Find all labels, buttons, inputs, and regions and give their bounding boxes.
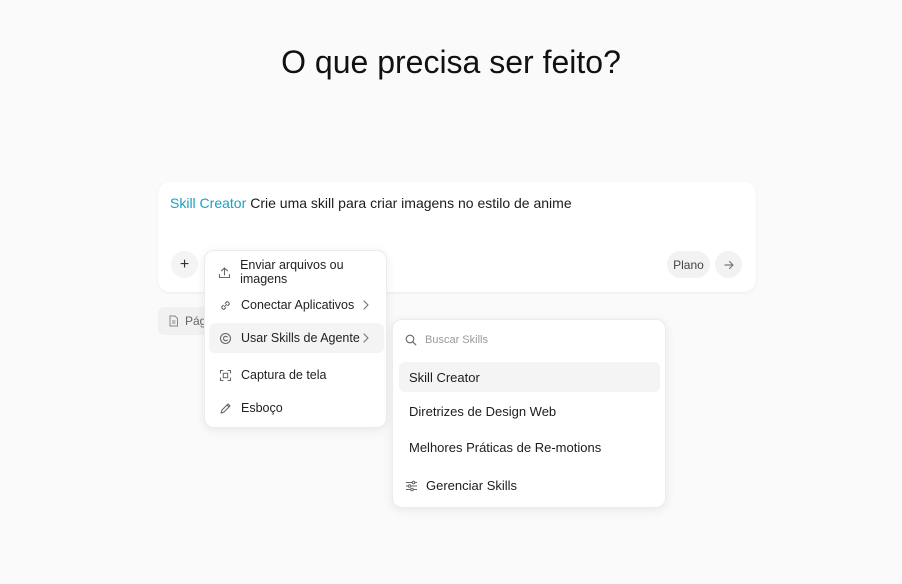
attach-menu: Enviar arquivos ou imagens Conectar Apli… [204,250,387,428]
prompt-input[interactable]: Skill Creator Crie uma skill para criar i… [170,195,572,211]
menu-item-sketch[interactable]: Esboço [209,393,384,423]
chevron-right-icon [363,333,369,343]
skill-item-remotion-best-practices[interactable]: Melhores Práticas de Re-motions [399,432,660,462]
menu-item-label: Usar Skills de Agente [241,331,360,345]
skills-submenu: Buscar Skills Skill Creator Diretrizes d… [392,319,666,508]
skills-search[interactable]: Buscar Skills [405,334,488,346]
plan-button[interactable]: Plano [667,251,710,278]
link-icon [218,298,232,312]
page: O que precisa ser feito? Skill Creator Cr… [0,0,902,584]
menu-item-label: Conectar Aplicativos [241,298,355,312]
skill-item-web-design-guidelines[interactable]: Diretrizes de Design Web [399,396,660,426]
search-icon [405,334,417,346]
sliders-icon [406,480,417,491]
add-button[interactable]: + [171,251,198,278]
menu-item-agent-skills[interactable]: Usar Skills de Agente [209,323,384,353]
upload-icon [218,265,231,279]
skill-chip[interactable]: Skill Creator [170,195,246,211]
prompt-text[interactable]: Crie uma skill para criar imagens no est… [250,195,571,211]
menu-item-connect-apps[interactable]: Conectar Aplicativos [209,290,384,320]
menu-item-upload[interactable]: Enviar arquivos ou imagens [209,257,384,287]
document-icon [169,315,178,327]
page-title: O que precisa ser feito? [281,44,621,80]
manage-skills-button[interactable]: Gerenciar Skills [405,478,517,493]
chevron-right-icon [363,300,369,310]
menu-item-screenshot[interactable]: Captura de tela [209,360,384,390]
skills-search-placeholder[interactable]: Buscar Skills [425,334,488,346]
screenshot-icon [218,368,232,382]
arrow-right-icon [723,260,734,269]
skills-icon [218,331,232,345]
plus-icon: + [179,255,190,273]
menu-item-label: Esboço [241,401,283,415]
skill-item-skill-creator[interactable]: Skill Creator [399,362,660,392]
send-button[interactable] [715,251,742,278]
menu-item-label: Captura de tela [241,368,327,382]
manage-skills-label: Gerenciar Skills [426,478,518,493]
menu-item-label: Enviar arquivos ou imagens [240,258,344,286]
pen-icon [218,401,232,415]
